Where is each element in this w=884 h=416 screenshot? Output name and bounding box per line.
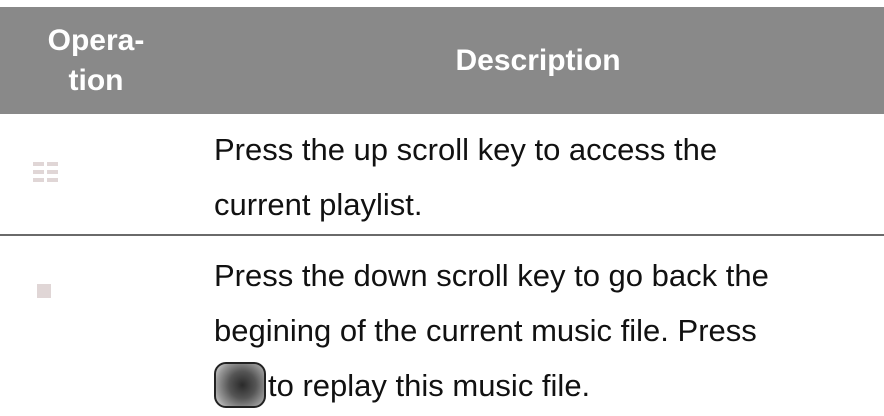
description-cell: Press the down scroll key to go back the… xyxy=(192,236,884,408)
down-scroll-key-icon xyxy=(37,284,51,298)
description-line-text: to replay this music file. xyxy=(268,368,591,403)
table-header: Opera- tion Description xyxy=(0,7,884,114)
description-line: Press the up scroll key to access the xyxy=(214,132,718,167)
play-key-icon xyxy=(214,361,266,408)
up-scroll-key-icon xyxy=(33,162,58,182)
manual-page: Opera- tion Description Press the up scr… xyxy=(0,0,884,416)
operation-cell xyxy=(0,114,192,234)
description-line: current playlist. xyxy=(214,187,423,222)
description-line: Press the down scroll key to go back the xyxy=(214,258,769,293)
description-line: begining of the current music file. Pres… xyxy=(214,313,757,348)
header-operation-line1: Opera- xyxy=(47,23,145,57)
operation-cell xyxy=(0,236,192,406)
header-description: Description xyxy=(455,43,621,77)
description-cell: Press the up scroll key to access the cu… xyxy=(192,114,884,234)
operation-table: Opera- tion Description Press the up scr… xyxy=(0,7,884,408)
table-row: Press the up scroll key to access the cu… xyxy=(0,114,884,236)
header-operation-line2: tion xyxy=(68,63,124,97)
description-line-with-icon: to replay this music file. xyxy=(214,358,884,413)
table-row: Press the down scroll key to go back the… xyxy=(0,236,884,408)
header-operation: Opera- tion xyxy=(0,7,192,114)
